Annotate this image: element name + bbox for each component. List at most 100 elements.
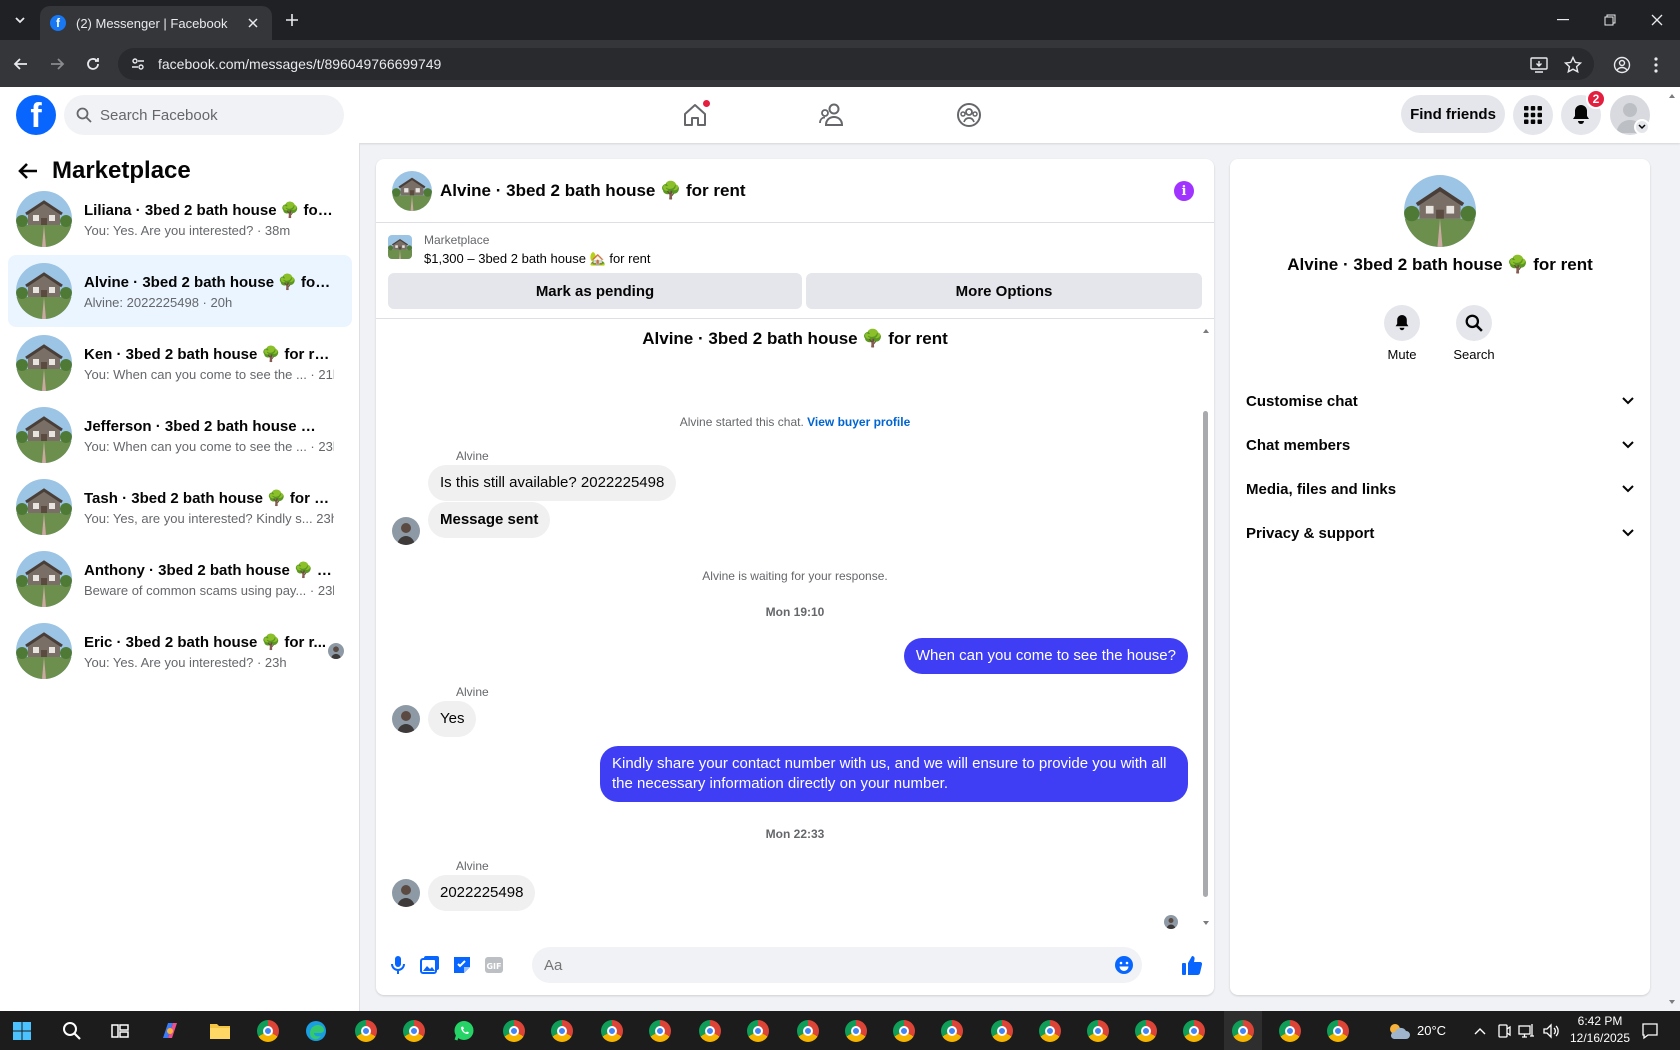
outgoing-message[interactable]: When can you come to see the house?	[903, 638, 1188, 674]
chrome-icon[interactable]	[1324, 1017, 1352, 1045]
info-icon[interactable]: i	[1174, 181, 1194, 201]
message-input-box[interactable]	[532, 947, 1142, 983]
back-icon[interactable]	[8, 51, 34, 77]
search-action[interactable]: Search	[1444, 305, 1504, 362]
chrome-icon[interactable]	[1180, 1017, 1208, 1045]
chrome-icon[interactable]	[548, 1017, 576, 1045]
friends-nav[interactable]	[777, 93, 887, 137]
restore-icon[interactable]	[1587, 0, 1633, 40]
weather-icon[interactable]	[1384, 1017, 1412, 1045]
windows-start-icon[interactable]	[8, 1017, 36, 1045]
sticker-icon[interactable]	[450, 953, 474, 977]
chrome-icon[interactable]	[1036, 1017, 1064, 1045]
browser-menu-icon[interactable]	[1645, 54, 1667, 76]
close-window-icon[interactable]	[1634, 0, 1680, 40]
sender-avatar[interactable]	[392, 879, 420, 907]
edge-icon[interactable]	[302, 1017, 330, 1045]
chat-members-section[interactable]: Chat members	[1246, 423, 1634, 467]
outgoing-message[interactable]: Kindly share your contact number with us…	[600, 746, 1188, 802]
copilot-icon[interactable]	[156, 1017, 184, 1045]
more-options-button[interactable]: More Options	[806, 273, 1202, 309]
privacy-support-section[interactable]: Privacy & support	[1246, 511, 1634, 555]
conversation-item-jefferson[interactable]: Jefferson · 3bed 2 bath house 🌳 f... You:…	[8, 399, 352, 471]
weather-temperature[interactable]: 20°C	[1417, 1023, 1446, 1038]
new-tab-button[interactable]	[280, 8, 304, 32]
search-input[interactable]	[100, 106, 320, 124]
chrome-icon[interactable]	[696, 1017, 724, 1045]
conversation-item-liliana[interactable]: Liliana · 3bed 2 bath house 🌳 for ... You…	[8, 183, 352, 255]
groups-nav[interactable]	[914, 93, 1024, 137]
conversation-item-ken[interactable]: Ken · 3bed 2 bath house 🌳 for rent You: W…	[8, 327, 352, 399]
notification-center-icon[interactable]	[1636, 1017, 1664, 1045]
taskbar-search-icon[interactable]	[58, 1017, 86, 1045]
view-buyer-profile-link[interactable]: View buyer profile	[807, 415, 910, 429]
conversation-item-alvine[interactable]: Alvine · 3bed 2 bath house 🌳 for ... Alvi…	[8, 255, 352, 327]
incoming-message[interactable]: Message sent	[428, 502, 551, 538]
chrome-icon[interactable]	[988, 1017, 1016, 1045]
chat-info-avatar[interactable]	[1404, 175, 1476, 247]
browser-tab[interactable]: f (2) Messenger | Facebook	[40, 6, 272, 40]
menu-button[interactable]	[1513, 95, 1553, 135]
listing-price[interactable]: $1,300 – 3bed 2 bath house 🏡 for rent	[424, 251, 651, 267]
bookmark-star-icon[interactable]	[1562, 54, 1584, 76]
omnibox[interactable]: facebook.com/messages/t/896049766699749	[118, 48, 1594, 80]
chrome-icon[interactable]	[842, 1017, 870, 1045]
taskbar-date[interactable]: 12/16/2025	[1566, 1031, 1634, 1045]
chrome-icon[interactable]	[254, 1017, 282, 1045]
home-nav[interactable]	[640, 93, 750, 137]
back-arrow-icon[interactable]	[18, 162, 38, 180]
microphone-icon[interactable]	[386, 953, 410, 977]
chrome-icon[interactable]	[794, 1017, 822, 1045]
close-tab-icon[interactable]	[244, 14, 262, 32]
chrome-icon[interactable]	[1084, 1017, 1112, 1045]
chrome-icon[interactable]	[646, 1017, 674, 1045]
chat-title[interactable]: Alvine · 3bed 2 bath house 🌳 for rent	[440, 181, 746, 201]
sender-avatar[interactable]	[392, 705, 420, 733]
taskbar-time[interactable]: 6:42 PM	[1572, 1014, 1628, 1028]
browser-profile-icon[interactable]	[1611, 54, 1633, 76]
listing-small-thumbnail[interactable]	[388, 235, 412, 259]
chrome-icon[interactable]	[938, 1017, 966, 1045]
find-friends-button[interactable]: Find friends	[1401, 95, 1505, 133]
volume-icon[interactable]	[1537, 1017, 1565, 1045]
incoming-message[interactable]: Is this still available? 2022225498	[428, 465, 677, 501]
minimize-icon[interactable]	[1540, 0, 1586, 40]
customise-chat-section[interactable]: Customise chat	[1246, 379, 1634, 423]
sender-avatar[interactable]	[392, 517, 420, 545]
thumbs-up-icon[interactable]	[1180, 953, 1204, 977]
install-app-icon[interactable]	[1528, 54, 1550, 76]
forward-icon[interactable]	[44, 51, 70, 77]
tab-list-button[interactable]	[8, 8, 32, 32]
chrome-icon[interactable]	[1132, 1017, 1160, 1045]
chat-listing-thumbnail[interactable]	[392, 170, 432, 211]
scrollbar-thumb[interactable]	[1203, 411, 1208, 897]
page-scroll-up-icon[interactable]	[1668, 92, 1676, 100]
message-input[interactable]	[544, 956, 1104, 974]
chrome-icon[interactable]	[598, 1017, 626, 1045]
photo-icon[interactable]	[418, 953, 442, 977]
site-info-icon[interactable]	[130, 56, 146, 72]
facebook-search[interactable]	[64, 95, 344, 135]
page-scroll-down-icon[interactable]	[1668, 998, 1676, 1006]
media-files-links-section[interactable]: Media, files and links	[1246, 467, 1634, 511]
incoming-message[interactable]: Yes	[428, 701, 477, 737]
incoming-message[interactable]: 2022225498	[428, 875, 536, 911]
conversation-item-anthony[interactable]: Anthony · 3bed 2 bath house 🌳 f... Beware…	[8, 543, 352, 615]
emoji-icon[interactable]	[1114, 955, 1134, 975]
conversation-item-tash[interactable]: Tash · 3bed 2 bath house 🌳 for rent You: …	[8, 471, 352, 543]
mute-action[interactable]: Mute	[1372, 305, 1432, 362]
gif-icon[interactable]: GIF	[482, 953, 506, 977]
task-view-icon[interactable]	[106, 1017, 134, 1045]
chrome-icon[interactable]	[890, 1017, 918, 1045]
chrome-icon[interactable]	[744, 1017, 772, 1045]
chrome-icon[interactable]	[400, 1017, 428, 1045]
whatsapp-icon[interactable]	[450, 1017, 478, 1045]
chrome-icon[interactable]	[1276, 1017, 1304, 1045]
mark-as-pending-button[interactable]: Mark as pending	[388, 273, 802, 309]
chrome-icon[interactable]	[352, 1017, 380, 1045]
facebook-logo-icon[interactable]: f	[16, 95, 56, 135]
account-chevron-icon[interactable]	[1634, 119, 1650, 135]
chrome-icon[interactable]	[1229, 1017, 1257, 1045]
reload-icon[interactable]	[80, 51, 106, 77]
file-explorer-icon[interactable]	[206, 1017, 234, 1045]
